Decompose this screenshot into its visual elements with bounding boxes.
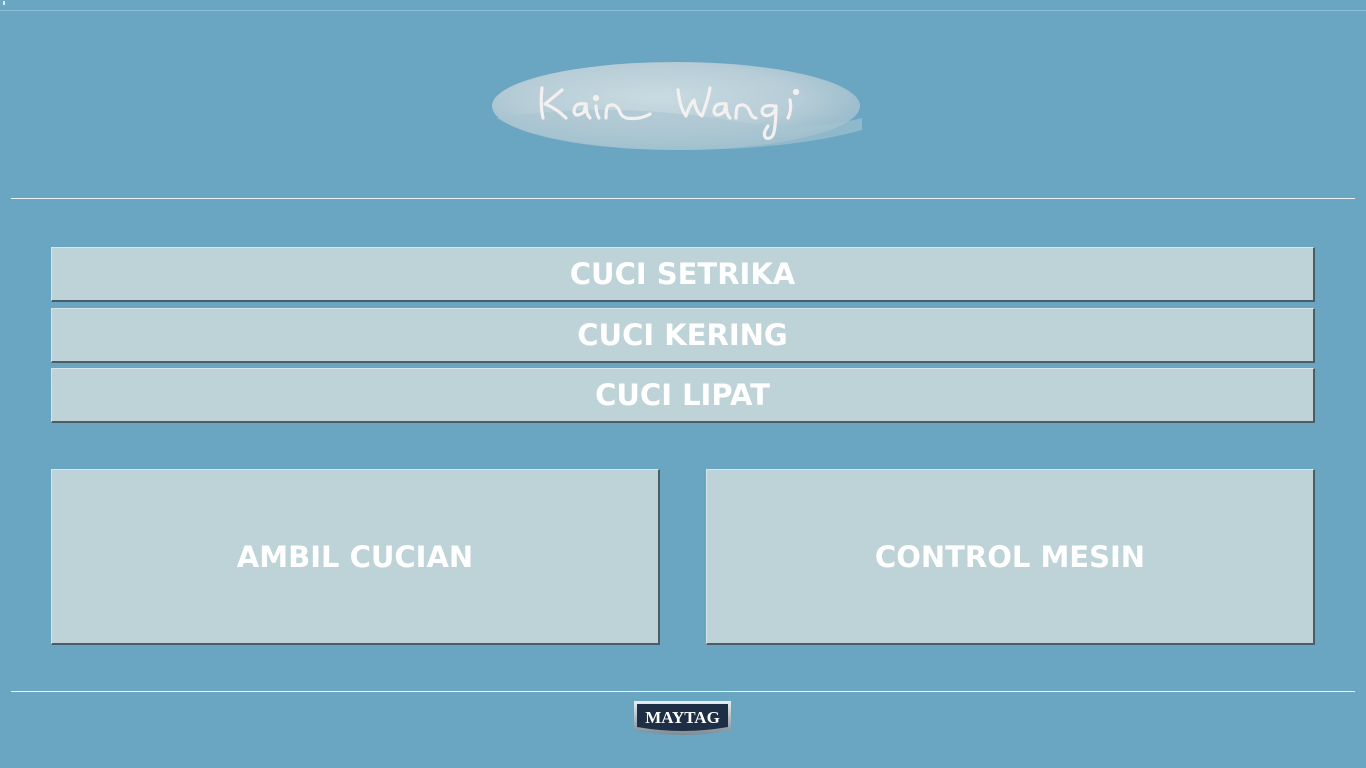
ambil-cucian-button[interactable]: AMBIL CUCIAN: [51, 469, 660, 645]
cuci-setrika-label: CUCI SETRIKA: [569, 257, 796, 291]
app-window: CUCI SETRIKA CUCI KERING CUCI LIPAT AMBI…: [0, 0, 1366, 768]
cuci-kering-label: CUCI KERING: [577, 318, 788, 352]
control-mesin-button[interactable]: CONTROL MESIN: [706, 469, 1315, 645]
window-corner-marker: [3, 1, 5, 5]
cuci-kering-button[interactable]: CUCI KERING: [51, 308, 1315, 363]
header-divider: [11, 198, 1355, 199]
kain-wangi-logo: [490, 60, 870, 155]
control-mesin-label: CONTROL MESIN: [874, 539, 1146, 574]
cuci-setrika-button[interactable]: CUCI SETRIKA: [51, 247, 1315, 302]
footer-divider: [11, 691, 1355, 692]
maytag-logo: MAYTAG: [633, 700, 732, 735]
cuci-lipat-button[interactable]: CUCI LIPAT: [51, 368, 1315, 423]
ambil-cucian-label: AMBIL CUCIAN: [236, 539, 474, 574]
title-strip: [0, 0, 1366, 11]
cuci-lipat-label: CUCI LIPAT: [595, 378, 770, 412]
maytag-logo-text: MAYTAG: [645, 708, 720, 727]
